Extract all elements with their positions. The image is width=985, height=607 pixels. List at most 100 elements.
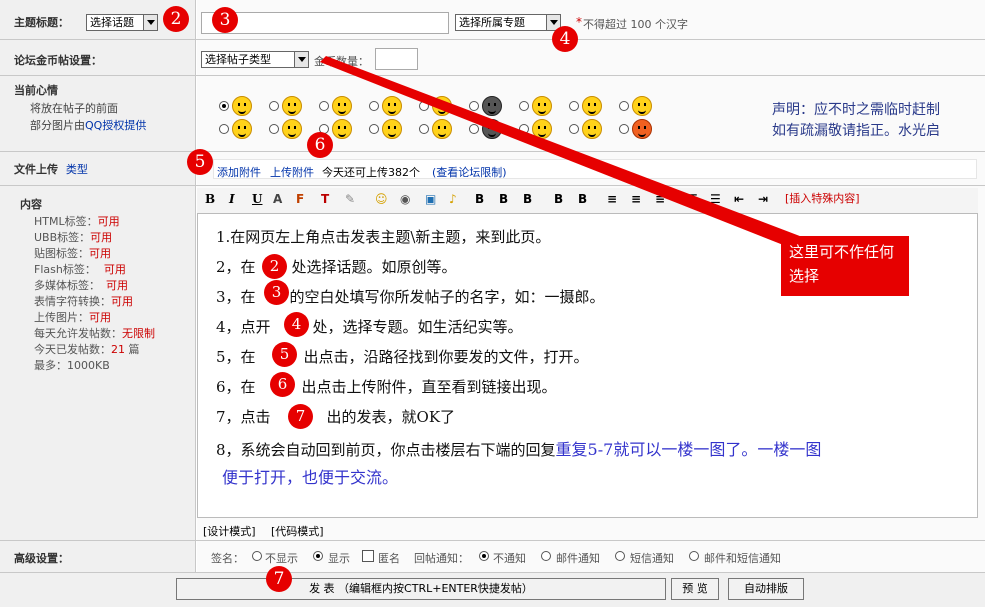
topic-select[interactable]: 选择话题 — [86, 14, 158, 31]
forum-limit-link[interactable]: (查看论坛限制) — [432, 164, 507, 180]
content-label-area: 内容 HTML标签：可用 UBB标签：可用 贴图标签：可用 Flash标签： 可用… — [0, 186, 196, 540]
font-size-icon[interactable]: A — [273, 188, 282, 210]
scream-emoji-icon[interactable] — [382, 119, 402, 139]
title-length-hint: 不得超过 100 个汉字 — [583, 18, 688, 31]
wink-emoji-icon[interactable] — [582, 96, 602, 116]
reply-notify-label: 回帖通知： — [414, 552, 469, 565]
text-color-icon[interactable]: T — [321, 188, 329, 210]
bold-variant-button[interactable]: B — [475, 188, 484, 210]
bold-variant-button[interactable]: B — [554, 188, 563, 210]
anonymous-checkbox[interactable] — [362, 550, 374, 562]
smirk-emoji-icon[interactable] — [432, 119, 452, 139]
qq-license-link[interactable]: QQ授权提供 — [85, 119, 146, 132]
mood-radio[interactable] — [219, 101, 229, 111]
preview-button[interactable]: 预 览 — [671, 578, 719, 600]
subject-title-input[interactable] — [201, 12, 449, 34]
think-emoji-icon[interactable] — [232, 119, 252, 139]
auto-format-button[interactable]: 自动排版 — [728, 578, 804, 600]
mail-notify-radio[interactable] — [541, 551, 551, 561]
confused-emoji-icon[interactable] — [282, 119, 302, 139]
design-mode-tab[interactable]: [设计模式] — [203, 523, 256, 539]
cool-emoji-icon[interactable] — [482, 119, 502, 139]
inline-badge-6: 6 — [270, 372, 295, 397]
music-icon[interactable]: ♪ — [449, 188, 457, 210]
shocked-emoji-icon[interactable] — [532, 96, 552, 116]
underline-button[interactable]: U — [252, 188, 262, 210]
mood-radio[interactable] — [569, 124, 579, 134]
spec-item: 表情字符转换：可用 — [34, 295, 133, 308]
turtle-emoji-icon[interactable] — [482, 96, 502, 116]
sad-emoji-icon[interactable] — [532, 119, 552, 139]
upload-quota: 今天还可上传382个 — [322, 166, 420, 179]
editor-line: 便于打开，也便于交流。 — [222, 468, 399, 487]
mood-radio[interactable] — [619, 101, 629, 111]
indent-icon[interactable]: ⇥ — [758, 188, 768, 210]
outdent-icon[interactable]: ⇤ — [734, 188, 744, 210]
sig-show-radio[interactable] — [313, 551, 323, 561]
bold-variant-button[interactable]: B — [499, 188, 508, 210]
highlight-icon[interactable]: ✎ — [345, 188, 355, 210]
spec-item: UBB标签：可用 — [34, 231, 113, 244]
advanced-row: 高级设置： 签名： 不显示 显示 匿名 回帖通知： 不通知 邮件通知 短信通知 … — [0, 541, 985, 573]
font-family-icon[interactable]: F — [296, 188, 304, 210]
mood-radio[interactable] — [419, 101, 429, 111]
code-mode-tab[interactable]: [代码模式] — [271, 523, 324, 539]
annotation-badge-3: 3 — [212, 7, 238, 33]
mood-radio[interactable] — [369, 101, 379, 111]
sweat-emoji-icon[interactable] — [282, 96, 302, 116]
gold-amount-input[interactable] — [375, 48, 418, 70]
mood-radio[interactable] — [269, 101, 279, 111]
upload-type-link[interactable]: 类型 — [66, 163, 88, 176]
mood-radio[interactable] — [469, 124, 479, 134]
smile-emoji-icon[interactable] — [232, 96, 252, 116]
submit-button[interactable]: 发 表 （编辑框内按CTRL+ENTER快捷发帖） — [176, 578, 666, 600]
align-right-icon[interactable]: ≡ — [655, 188, 665, 210]
italic-button[interactable]: I — [229, 188, 235, 210]
no-notify-radio[interactable] — [479, 551, 489, 561]
upload-attachment-link[interactable]: 上传附件 — [270, 164, 314, 180]
angry-emoji-icon[interactable] — [632, 119, 652, 139]
align-left-icon[interactable]: ≡ — [607, 188, 617, 210]
mood-radio[interactable] — [569, 101, 579, 111]
tongue-emoji-icon[interactable] — [432, 96, 452, 116]
love-emoji-icon[interactable] — [382, 96, 402, 116]
media-icon[interactable]: ◉ — [400, 188, 410, 210]
bold-variant-button[interactable]: B — [578, 188, 587, 210]
mood-radio[interactable] — [419, 124, 429, 134]
spec-item: 今天已发帖数：21 篇 — [34, 343, 140, 356]
grin-emoji-icon[interactable] — [332, 96, 352, 116]
mood-radio[interactable] — [519, 124, 529, 134]
sms-notify-radio[interactable] — [615, 551, 625, 561]
upload-row: 文件上传 类型 添加附件 上传附件 今天还可上传382个 (查看论坛限制) — [0, 152, 985, 186]
emoticon-icon[interactable]: ☺ — [375, 188, 388, 210]
cry-emoji-icon[interactable] — [332, 119, 352, 139]
mood-radio[interactable] — [269, 124, 279, 134]
sig-hide-label: 不显示 — [265, 552, 298, 565]
mood-radio[interactable] — [519, 101, 529, 111]
image-icon[interactable]: ▣ — [425, 188, 436, 210]
bold-variant-button[interactable]: B — [523, 188, 532, 210]
insert-special-button[interactable]: [插入特殊内容] — [785, 188, 860, 210]
unordered-list-icon[interactable]: ☰ — [710, 188, 721, 210]
annotation-badge-7: 7 — [266, 566, 292, 592]
mood-radio[interactable] — [319, 101, 329, 111]
inline-badge-3: 3 — [264, 280, 289, 305]
annotation-badge-4: 4 — [552, 26, 578, 52]
mood-radio[interactable] — [619, 124, 629, 134]
add-attachment-link[interactable]: 添加附件 — [217, 164, 261, 180]
mood-radio[interactable] — [469, 101, 479, 111]
special-topic-select[interactable]: 选择所属专题 — [455, 14, 561, 31]
anonymous-label: 匿名 — [378, 552, 400, 565]
signature-label: 签名： — [211, 552, 244, 565]
callout-box: 这里可不作任何选择 — [781, 236, 909, 296]
sig-hide-radio[interactable] — [252, 551, 262, 561]
mood-radio[interactable] — [369, 124, 379, 134]
post-type-select[interactable]: 选择帖子类型 — [201, 51, 309, 68]
bold-button[interactable]: B — [205, 188, 215, 210]
both-notify-radio[interactable] — [689, 551, 699, 561]
surprise-emoji-icon[interactable] — [632, 96, 652, 116]
align-center-icon[interactable]: ≡ — [631, 188, 641, 210]
ordered-list-icon[interactable]: ☰ — [687, 188, 698, 210]
sleepy-emoji-icon[interactable] — [582, 119, 602, 139]
mood-radio[interactable] — [219, 124, 229, 134]
